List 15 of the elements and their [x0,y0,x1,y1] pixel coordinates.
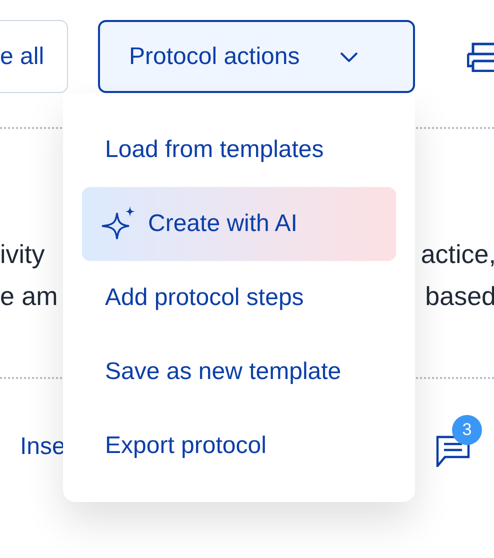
menu-item[interactable]: Add protocol steps [82,261,396,335]
insert-link[interactable]: Inse [20,429,66,465]
printer-icon[interactable] [467,42,494,72]
text-fragment: actice, [420,239,494,269]
menu-item[interactable]: Save as new template [82,335,396,409]
text-fragment: ivity [0,239,45,269]
menu-item[interactable]: Load from templates [82,113,396,187]
chevron-down-icon [340,52,358,62]
text-fragment: e am [0,281,58,311]
menu-item[interactable]: Create with AI [82,187,396,261]
text-fragment: based [425,281,494,311]
protocol-actions-button[interactable]: Protocol actions [98,20,415,93]
menu-item[interactable]: Export protocol [82,409,396,483]
expand-all-button[interactable]: e all [0,20,68,93]
count-badge: 3 [452,415,482,445]
